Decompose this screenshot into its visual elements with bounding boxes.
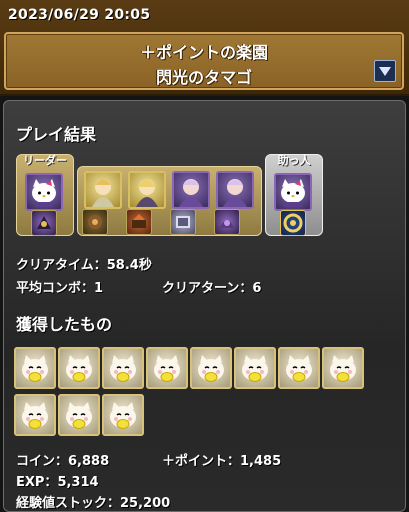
exp-label: EXP：	[16, 475, 58, 490]
exp-stat: EXP：5,314	[16, 471, 99, 490]
clear-turn-stat: クリアターン：6	[162, 277, 261, 296]
result-panel: プレイ結果 リーダー 助っ人 クリアタイム：58.4秒 平均コンボ：1 クリアタ…	[3, 100, 406, 512]
sub-monster-3-icon[interactable]	[172, 171, 210, 209]
drop-item-icon[interactable]	[190, 347, 232, 389]
sub-assist-4-icon[interactable]	[214, 209, 240, 235]
drop-item-icon[interactable]	[322, 347, 364, 389]
plus-point-label: ＋ポイント：	[162, 454, 241, 469]
exp-value: 5,314	[57, 475, 99, 490]
helper-monster-icon[interactable]	[274, 173, 312, 211]
drop-item-icon[interactable]	[146, 347, 188, 389]
avg-combo-label: 平均コンボ：	[16, 281, 95, 296]
sub-monster-1-icon[interactable]	[84, 171, 122, 209]
plus-point-stat: ＋ポイント：1,485	[162, 450, 281, 469]
leader-label: リーダー	[23, 154, 67, 167]
drop-item-icon[interactable]	[14, 394, 56, 436]
coin-label: コイン：	[16, 454, 69, 469]
coin-stat: コイン：6,888	[16, 450, 109, 469]
helper-label: 助っ人	[277, 154, 311, 167]
clear-turn-label: クリアターン：	[162, 281, 253, 296]
datetime: 2023/06/29 20:05	[8, 7, 151, 23]
triangle-down-icon	[379, 67, 391, 76]
drop-item-icon[interactable]	[58, 394, 100, 436]
drop-item-icon[interactable]	[278, 347, 320, 389]
clear-turn-value: 6	[252, 281, 262, 296]
plus-point-value: 1,485	[240, 454, 282, 469]
exp-stock-label: 経験値ストック：	[16, 496, 121, 511]
drop-item-icon[interactable]	[102, 394, 144, 436]
sub-monster-4-icon[interactable]	[216, 171, 254, 209]
rewards-title: 獲得したもの	[16, 315, 113, 334]
exp-stock-stat: 経験値ストック：25,200	[16, 492, 170, 511]
helper-frame: 助っ人	[265, 154, 323, 236]
leader-monster-icon[interactable]	[25, 173, 63, 211]
clear-time-value: 58.4秒	[106, 258, 152, 273]
coin-value: 6,888	[68, 454, 110, 469]
avg-combo-stat: 平均コンボ：1	[16, 277, 103, 296]
avg-combo-value: 1	[94, 281, 104, 296]
play-result-title: プレイ結果	[16, 125, 97, 144]
exp-stock-value: 25,200	[120, 496, 171, 511]
dungeon-header: 2023/06/29 20:05 ＋ポイントの楽園 閃光のタマゴ	[0, 0, 409, 96]
sub-assist-2-icon[interactable]	[126, 209, 152, 235]
sub-monster-2-icon[interactable]	[128, 171, 166, 209]
leader-frame: リーダー	[16, 154, 74, 236]
drop-item-icon[interactable]	[234, 347, 276, 389]
clear-time-stat: クリアタイム：58.4秒	[16, 254, 152, 273]
helper-assist-icon[interactable]	[280, 210, 306, 236]
drop-item-icon[interactable]	[58, 347, 100, 389]
leader-assist-icon[interactable]	[31, 210, 57, 236]
clear-time-label: クリアタイム：	[16, 258, 107, 273]
expand-button[interactable]	[374, 60, 396, 82]
sub-members-frame	[77, 166, 262, 236]
dungeon-title-box: ＋ポイントの楽園 閃光のタマゴ	[4, 32, 404, 90]
dungeon-name: ＋ポイントの楽園	[139, 43, 268, 62]
sub-assist-3-icon[interactable]	[170, 209, 196, 235]
drop-item-icon[interactable]	[102, 347, 144, 389]
sub-assist-1-icon[interactable]	[82, 209, 108, 235]
floor-name: 閃光のタマゴ	[155, 68, 252, 87]
drop-item-icon[interactable]	[14, 347, 56, 389]
